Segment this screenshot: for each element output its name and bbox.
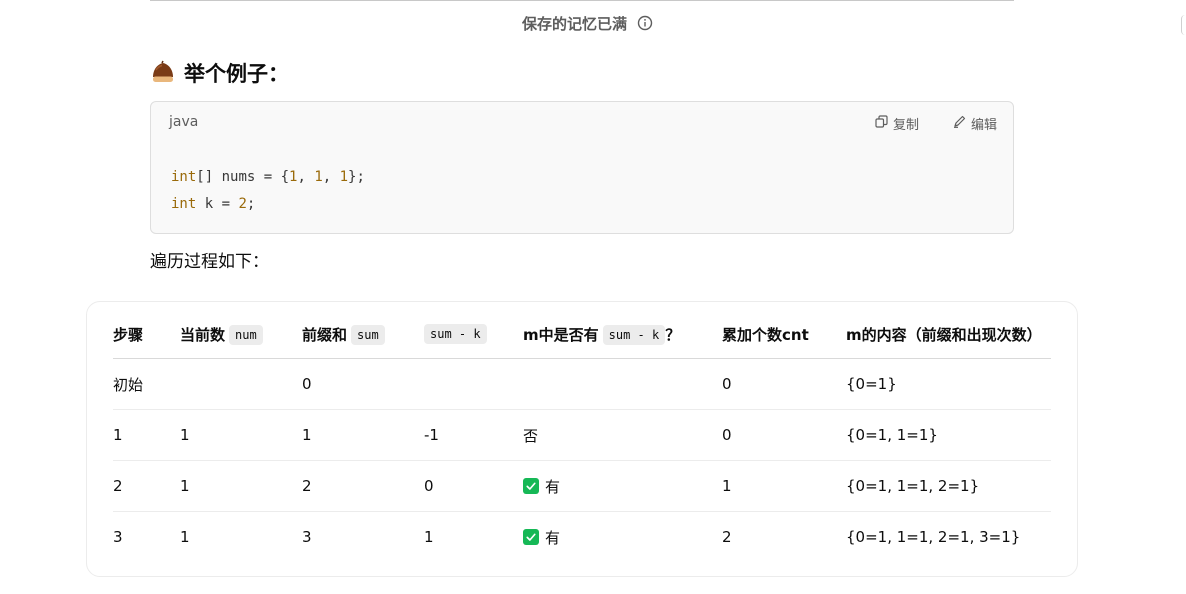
table-row: 1 1 1 -1 否 0 {0=1, 1=1} <box>113 409 1051 461</box>
code-content: int[] nums = {1, 1, 1}; int k = 2; <box>171 164 365 218</box>
code-number: 1 <box>339 169 349 185</box>
info-circle-icon[interactable] <box>637 15 653 31</box>
table-cell: {0=1} <box>846 358 1051 410</box>
edit-pencil-icon <box>953 115 966 132</box>
column-header-text: 前缀和 <box>302 325 348 344</box>
column-header-text: 当前数 <box>180 325 226 344</box>
chestnut-icon <box>150 60 176 86</box>
copy-code-button[interactable]: 复制 <box>875 114 919 133</box>
table-cell: {0=1, 1=1} <box>846 409 1051 461</box>
table-cell: 1 <box>302 409 424 461</box>
table-cell: -1 <box>424 409 523 461</box>
table-cell: 3 <box>113 528 123 546</box>
code-number: 2 <box>238 196 247 212</box>
table-cell: 初始 <box>113 358 180 410</box>
table-cell: 0 <box>722 409 846 461</box>
code-text: [] nums = { <box>196 169 290 185</box>
column-header: 当前数 num <box>180 310 302 359</box>
code-block: java 复制 编辑 int[] nums = {1, 1, 1}; int k … <box>150 101 1014 234</box>
column-header: 前缀和 sum <box>302 310 424 359</box>
table-cell: {0=1, 1=1, 2=1, 3=1} <box>846 528 1021 546</box>
code-line: int k = 2; <box>171 191 365 218</box>
table-cell: {0=1, 1=1, 2=1} <box>846 460 1051 512</box>
table-row: 初始 0 0 {0=1} <box>113 358 1051 410</box>
code-language-label: java <box>169 114 199 130</box>
table-cell: 0 <box>722 358 846 410</box>
inline-code: sum - k <box>602 324 666 345</box>
top-divider <box>150 0 1014 1</box>
table-cell <box>180 358 302 410</box>
table-cell: 1 <box>424 528 434 546</box>
column-header-text: m的内容（前缀和出现次数） <box>846 325 1042 344</box>
table-cell <box>424 358 523 410</box>
code-text: ; <box>246 196 256 212</box>
column-header: 累加个数cnt <box>722 310 846 359</box>
table-cell: 3 <box>302 528 312 546</box>
inline-code: sum - k <box>424 324 487 344</box>
table-cell: 0 <box>424 460 523 512</box>
code-text: , <box>322 169 340 185</box>
table-cell: 有 <box>523 460 722 512</box>
column-header: 步骤 <box>113 310 180 359</box>
table-cell: 0 <box>302 358 424 410</box>
edit-code-button[interactable]: 编辑 <box>953 114 997 133</box>
steps-table-card: 步骤 当前数 num 前缀和 sum sum - k m中是否有 sum - k？累加个数cn… <box>86 301 1078 577</box>
column-header-text: m中是否有 <box>523 325 599 344</box>
column-header: sum - k <box>424 310 523 359</box>
column-header-suffix: ？ <box>665 325 681 344</box>
table-cell <box>523 358 722 410</box>
table-cell: 有 <box>523 512 722 563</box>
yes-indicator: 有 <box>523 476 560 497</box>
code-line: int[] nums = {1, 1, 1}; <box>171 164 365 191</box>
table-cell: 1 <box>722 460 846 512</box>
table-cell: 2 <box>722 528 732 546</box>
code-text: , <box>297 169 315 185</box>
section-heading-text: 举个例子： <box>184 62 289 86</box>
column-header: m的内容（前缀和出现次数） <box>846 310 1051 359</box>
yes-text: 有 <box>545 477 561 496</box>
checkmark-icon <box>523 529 539 545</box>
table-cell: 否 <box>523 409 722 461</box>
column-header: m中是否有 sum - k？ <box>523 310 722 359</box>
column-header-text: 累加个数cnt <box>722 325 809 344</box>
code-text: k = <box>196 196 239 212</box>
code-keyword: int <box>171 169 197 185</box>
intro-text: 遍历过程如下： <box>150 252 269 272</box>
memory-notice-text: 保存的记忆已满 <box>522 14 628 33</box>
table-cell: 1 <box>180 528 190 546</box>
yes-text: 有 <box>545 528 561 547</box>
table-cell: 2 <box>113 460 180 512</box>
yes-indicator: 有 <box>523 527 560 548</box>
table-row: 3 1 3 1 有 2 {0=1, 1=1, 2=1, 3=1} <box>113 512 1051 563</box>
table-cell: 1 <box>180 460 302 512</box>
section-heading: 举个例子： <box>150 58 289 88</box>
table-cell: 1 <box>113 409 180 461</box>
steps-table: 步骤 当前数 num 前缀和 sum sum - k m中是否有 sum - k？累加个数cn… <box>113 310 1051 562</box>
column-header-text: 步骤 <box>113 325 144 344</box>
code-text: }; <box>348 169 365 185</box>
checkmark-icon <box>523 478 539 494</box>
scrollbar-edge[interactable] <box>1181 15 1186 35</box>
copy-icon <box>875 115 888 132</box>
table-cell: 1 <box>180 409 302 461</box>
table-cell: 2 <box>302 460 424 512</box>
edit-label: 编辑 <box>970 118 997 133</box>
code-actions: 复制 编辑 <box>875 114 997 133</box>
inline-code: sum <box>351 324 385 345</box>
table-row: 2 1 2 0 有 1 {0=1, 1=1, 2=1} <box>113 460 1051 512</box>
memory-full-notice[interactable]: 保存的记忆已满 <box>522 12 653 34</box>
inline-code: num <box>229 324 263 345</box>
code-number: 1 <box>314 169 323 185</box>
code-keyword: int <box>171 196 197 212</box>
copy-label: 复制 <box>892 118 919 133</box>
table-header-row: 步骤 当前数 num 前缀和 sum sum - k m中是否有 sum - k？累加个数cn… <box>113 310 1051 359</box>
table-body: 初始 0 0 {0=1} 1 1 1 -1 否 0 {0=1, 1=1} 2 1 2 0 有 1 {0=1, 1=… <box>113 358 1051 563</box>
